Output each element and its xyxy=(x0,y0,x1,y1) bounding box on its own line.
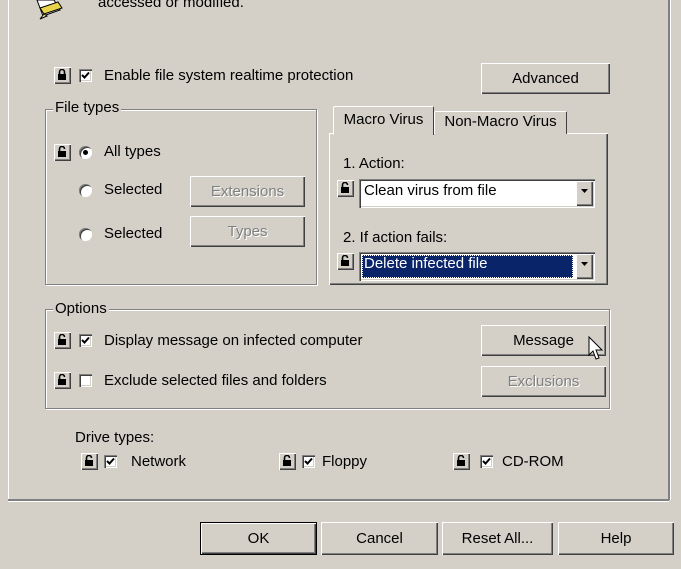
unlock-icon[interactable] xyxy=(81,453,98,470)
if-action-fails-select-value: Delete infected file xyxy=(362,255,573,278)
mouse-cursor-icon xyxy=(588,335,604,362)
document-pencil-icon xyxy=(34,0,68,22)
if-action-fails-select[interactable]: Delete infected file xyxy=(359,252,595,281)
help-button[interactable]: Help xyxy=(558,522,674,555)
unlock-icon[interactable] xyxy=(54,144,71,161)
all-types-label: All types xyxy=(104,143,161,160)
exclude-files-checkbox[interactable] xyxy=(79,374,92,387)
panel-right-edge xyxy=(668,0,670,500)
action-select[interactable]: Clean virus from file xyxy=(359,179,595,208)
header-description: accessed or modified. xyxy=(98,0,244,11)
cancel-button[interactable]: Cancel xyxy=(321,522,438,555)
panel-left-edge xyxy=(0,0,9,500)
unlock-icon[interactable] xyxy=(453,453,470,470)
enable-realtime-label: Enable file system realtime protection xyxy=(104,67,354,84)
options-title: Options xyxy=(53,300,109,317)
cdrom-checkbox[interactable] xyxy=(480,455,493,468)
types-button[interactable]: Types xyxy=(190,216,305,247)
unlock-icon[interactable] xyxy=(337,253,354,270)
floppy-checkbox[interactable] xyxy=(302,455,315,468)
panel-bottom-edge xyxy=(8,499,669,501)
ok-button[interactable]: OK xyxy=(201,523,316,554)
unlock-icon[interactable] xyxy=(54,372,71,389)
unlock-icon[interactable] xyxy=(279,453,296,470)
chevron-down-icon[interactable] xyxy=(576,181,593,206)
exclude-files-label: Exclude selected files and folders xyxy=(104,372,327,389)
unlock-icon[interactable] xyxy=(337,180,354,197)
selected-types-label: Selected xyxy=(104,225,163,242)
network-label: Network xyxy=(131,453,187,470)
lock-icon[interactable] xyxy=(54,67,71,84)
cdrom-label: CD-ROM xyxy=(502,453,564,470)
advanced-button[interactable]: Advanced xyxy=(481,63,610,94)
selected-extensions-label: Selected xyxy=(104,181,163,198)
action-select-value: Clean virus from file xyxy=(364,182,497,199)
drive-types-label: Drive types: xyxy=(75,429,155,446)
display-message-label: Display message on infected computer xyxy=(104,332,363,349)
extensions-button[interactable]: Extensions xyxy=(190,176,305,207)
exclusions-button[interactable]: Exclusions xyxy=(481,366,606,397)
reset-all-button[interactable]: Reset All... xyxy=(442,522,553,555)
network-checkbox[interactable] xyxy=(104,455,117,468)
if-action-fails-label: 2. If action fails: xyxy=(343,229,448,246)
all-types-radio[interactable] xyxy=(79,146,92,159)
selected-extensions-radio[interactable] xyxy=(79,184,92,197)
unlock-icon[interactable] xyxy=(54,332,71,349)
display-message-checkbox[interactable] xyxy=(79,334,92,347)
tab-non-macro-virus[interactable]: Non-Macro Virus xyxy=(434,111,567,134)
selected-types-radio[interactable] xyxy=(79,228,92,241)
enable-realtime-checkbox[interactable] xyxy=(79,69,92,82)
tab-macro-virus[interactable]: Macro Virus xyxy=(333,106,434,135)
chevron-down-icon[interactable] xyxy=(576,254,593,279)
action-label: 1. Action: xyxy=(343,155,405,172)
file-types-title: File types xyxy=(53,99,122,116)
floppy-label: Floppy xyxy=(322,453,368,470)
